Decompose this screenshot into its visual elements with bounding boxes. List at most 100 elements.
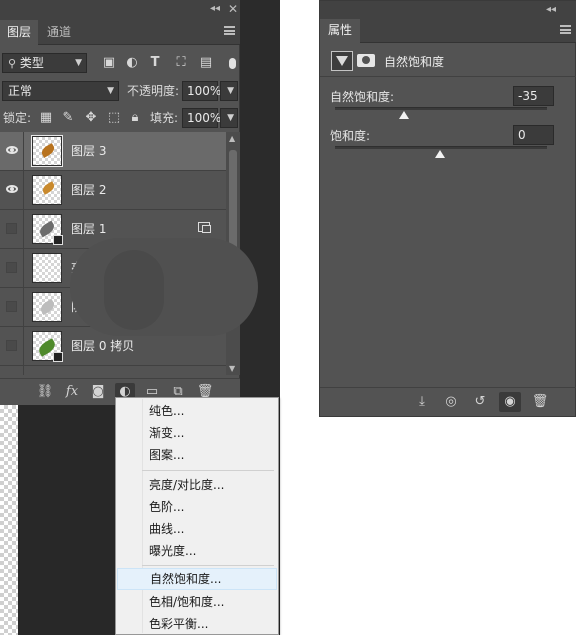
saturation-slider-handle[interactable] (435, 150, 445, 158)
menu-item-gradient[interactable]: 渐变... (117, 422, 277, 444)
visibility-toggle[interactable] (0, 249, 24, 287)
adjustment-title: 自然饱和度 (384, 55, 445, 69)
properties-panel: ◂◂ 属性 自然饱和度 自然饱和度: -35 饱和度: 0 ⤓ ◎ ↺ ◉ 🗑︎ (319, 0, 576, 417)
search-icon: ⚲ (8, 57, 17, 70)
filter-type-icon[interactable]: T (147, 53, 163, 73)
tab-layers[interactable]: 图层 (0, 20, 39, 45)
opacity-dropdown[interactable]: ▼ (220, 81, 238, 101)
transparent-canvas (0, 405, 18, 635)
visibility-toggle[interactable] (0, 171, 24, 209)
hidden-visibility-box[interactable] (6, 301, 17, 312)
layer-thumbnail (31, 135, 63, 167)
mask-icon[interactable] (357, 51, 377, 71)
toggle-visibility-icon[interactable]: ◉ (499, 392, 521, 412)
blend-mode-select[interactable]: 正常 ▼ (2, 81, 119, 101)
fill-dropdown[interactable]: ▼ (220, 108, 238, 128)
vibrance-slider-track[interactable] (335, 107, 547, 110)
overlay-blob (104, 250, 164, 330)
tab-properties[interactable]: 属性 (320, 19, 361, 43)
layer-filter-select[interactable]: ⚲ 类型 ▼ (2, 53, 87, 73)
leaf-thumb (39, 143, 57, 158)
adjustment-type-icon[interactable] (331, 51, 353, 71)
menu-item-pattern[interactable]: 图案... (117, 444, 277, 466)
leaf-thumb (38, 298, 57, 316)
scroll-down-icon[interactable]: ▼ (229, 364, 235, 373)
menu-item-levels[interactable]: 色阶... (117, 496, 277, 518)
layer-name[interactable]: 图层 1 (71, 220, 106, 237)
lock-transparent-icon[interactable]: ▦ (38, 108, 54, 128)
reset-icon[interactable]: ↺ (469, 392, 491, 412)
hidden-visibility-box[interactable] (6, 340, 17, 351)
menu-item-curves[interactable]: 曲线... (117, 518, 277, 540)
fill-label: 填充: (150, 111, 179, 125)
layer-style-icon[interactable]: fx (62, 383, 82, 401)
lock-position-icon[interactable]: ✥ (83, 108, 99, 128)
collapse-icon[interactable]: ◂◂ (546, 4, 556, 15)
visibility-toggle[interactable] (0, 327, 24, 365)
overlay-blob (70, 238, 258, 336)
visibility-toggle[interactable] (0, 366, 24, 375)
vibrance-label: 自然饱和度: (330, 90, 395, 104)
layer-row[interactable]: 图层 3 (0, 132, 226, 171)
lock-pixels-icon[interactable]: ✎ (60, 108, 76, 128)
visibility-toggle[interactable] (0, 288, 24, 326)
chevron-down-icon: ▼ (227, 113, 234, 123)
fill-input[interactable]: 100% (182, 108, 221, 128)
hidden-visibility-box[interactable] (6, 223, 17, 234)
eye-icon[interactable] (6, 185, 18, 193)
menu-item-exposure[interactable]: 曝光度... (117, 540, 277, 562)
eye-icon[interactable] (6, 146, 18, 154)
properties-footer: ⤓ ◎ ↺ ◉ 🗑︎ (320, 387, 576, 416)
chevron-down-icon: ▼ (75, 58, 82, 68)
visibility-toggle[interactable] (0, 132, 24, 170)
layer-row[interactable]: 图层 2 (0, 171, 226, 210)
view-previous-icon[interactable]: ◎ (440, 392, 462, 412)
visibility-toggle[interactable] (0, 210, 24, 248)
leaf-thumb (40, 181, 57, 195)
vibrance-slider-handle[interactable] (399, 111, 409, 119)
layers-tab-row: 图层 通道 (0, 20, 240, 45)
tab-channels[interactable]: 通道 (40, 20, 78, 45)
opacity-label: 不透明度: (127, 84, 180, 98)
close-icon[interactable]: ✕ (228, 2, 238, 16)
smart-object-badge (53, 352, 63, 362)
chevron-down-icon: ▼ (227, 86, 234, 96)
link-layers-icon[interactable]: ⛓ (35, 383, 55, 401)
scroll-thumb[interactable] (229, 150, 237, 250)
canvas-background (240, 0, 280, 405)
smart-object-badge (53, 235, 63, 245)
menu-item-brightness-contrast[interactable]: 亮度/对比度... (117, 474, 277, 496)
filter-pixel-icon[interactable]: ▣ (101, 53, 117, 73)
vibrance-input[interactable]: -35 (513, 86, 554, 106)
menu-separator (142, 470, 274, 471)
filter-toggle[interactable] (229, 58, 236, 69)
filter-smartobject-icon[interactable]: ▤ (198, 53, 214, 73)
lock-label: 锁定: (3, 111, 32, 125)
delete-adjustment-icon[interactable]: 🗑︎ (529, 392, 551, 412)
add-mask-icon[interactable]: ◙ (88, 383, 108, 401)
filter-adjustment-icon[interactable]: ◐ (124, 53, 140, 73)
lock-all-icon[interactable]: 🔒︎ (127, 108, 143, 128)
menu-item-vibrance[interactable]: 自然饱和度... (117, 568, 277, 590)
layer-name[interactable]: 图层 2 (71, 181, 106, 198)
layer-thumbnail (32, 175, 62, 205)
menu-item-solid-color[interactable]: 纯色... (117, 400, 277, 422)
layer-name[interactable]: 图层 3 (71, 142, 106, 159)
lock-artboard-icon[interactable]: ⬚ (106, 108, 122, 128)
layer-name[interactable]: 图层 0 拷贝 (71, 337, 134, 354)
panel-menu-icon[interactable] (560, 25, 571, 34)
adjustment-menu: 纯色... 渐变... 图案... 亮度/对比度... 色阶... 曲线... … (115, 397, 279, 635)
collapse-icon[interactable]: ◂◂ (210, 3, 220, 14)
clip-to-layer-icon[interactable]: ⤓ (411, 392, 433, 412)
saturation-input[interactable]: 0 (513, 125, 554, 145)
filter-shape-icon[interactable]: ⛶ (173, 53, 189, 73)
panel-menu-icon[interactable] (224, 26, 235, 35)
layer-row[interactable] (0, 366, 226, 375)
menu-item-hue-saturation[interactable]: 色相/饱和度... (117, 591, 277, 613)
opacity-input[interactable]: 100% (182, 81, 221, 101)
saturation-slider-track[interactable] (335, 146, 547, 149)
menu-item-color-balance[interactable]: 色彩平衡... (117, 613, 277, 635)
scroll-up-icon[interactable]: ▲ (229, 134, 235, 143)
saturation-label: 饱和度: (330, 129, 371, 143)
hidden-visibility-box[interactable] (6, 262, 17, 273)
